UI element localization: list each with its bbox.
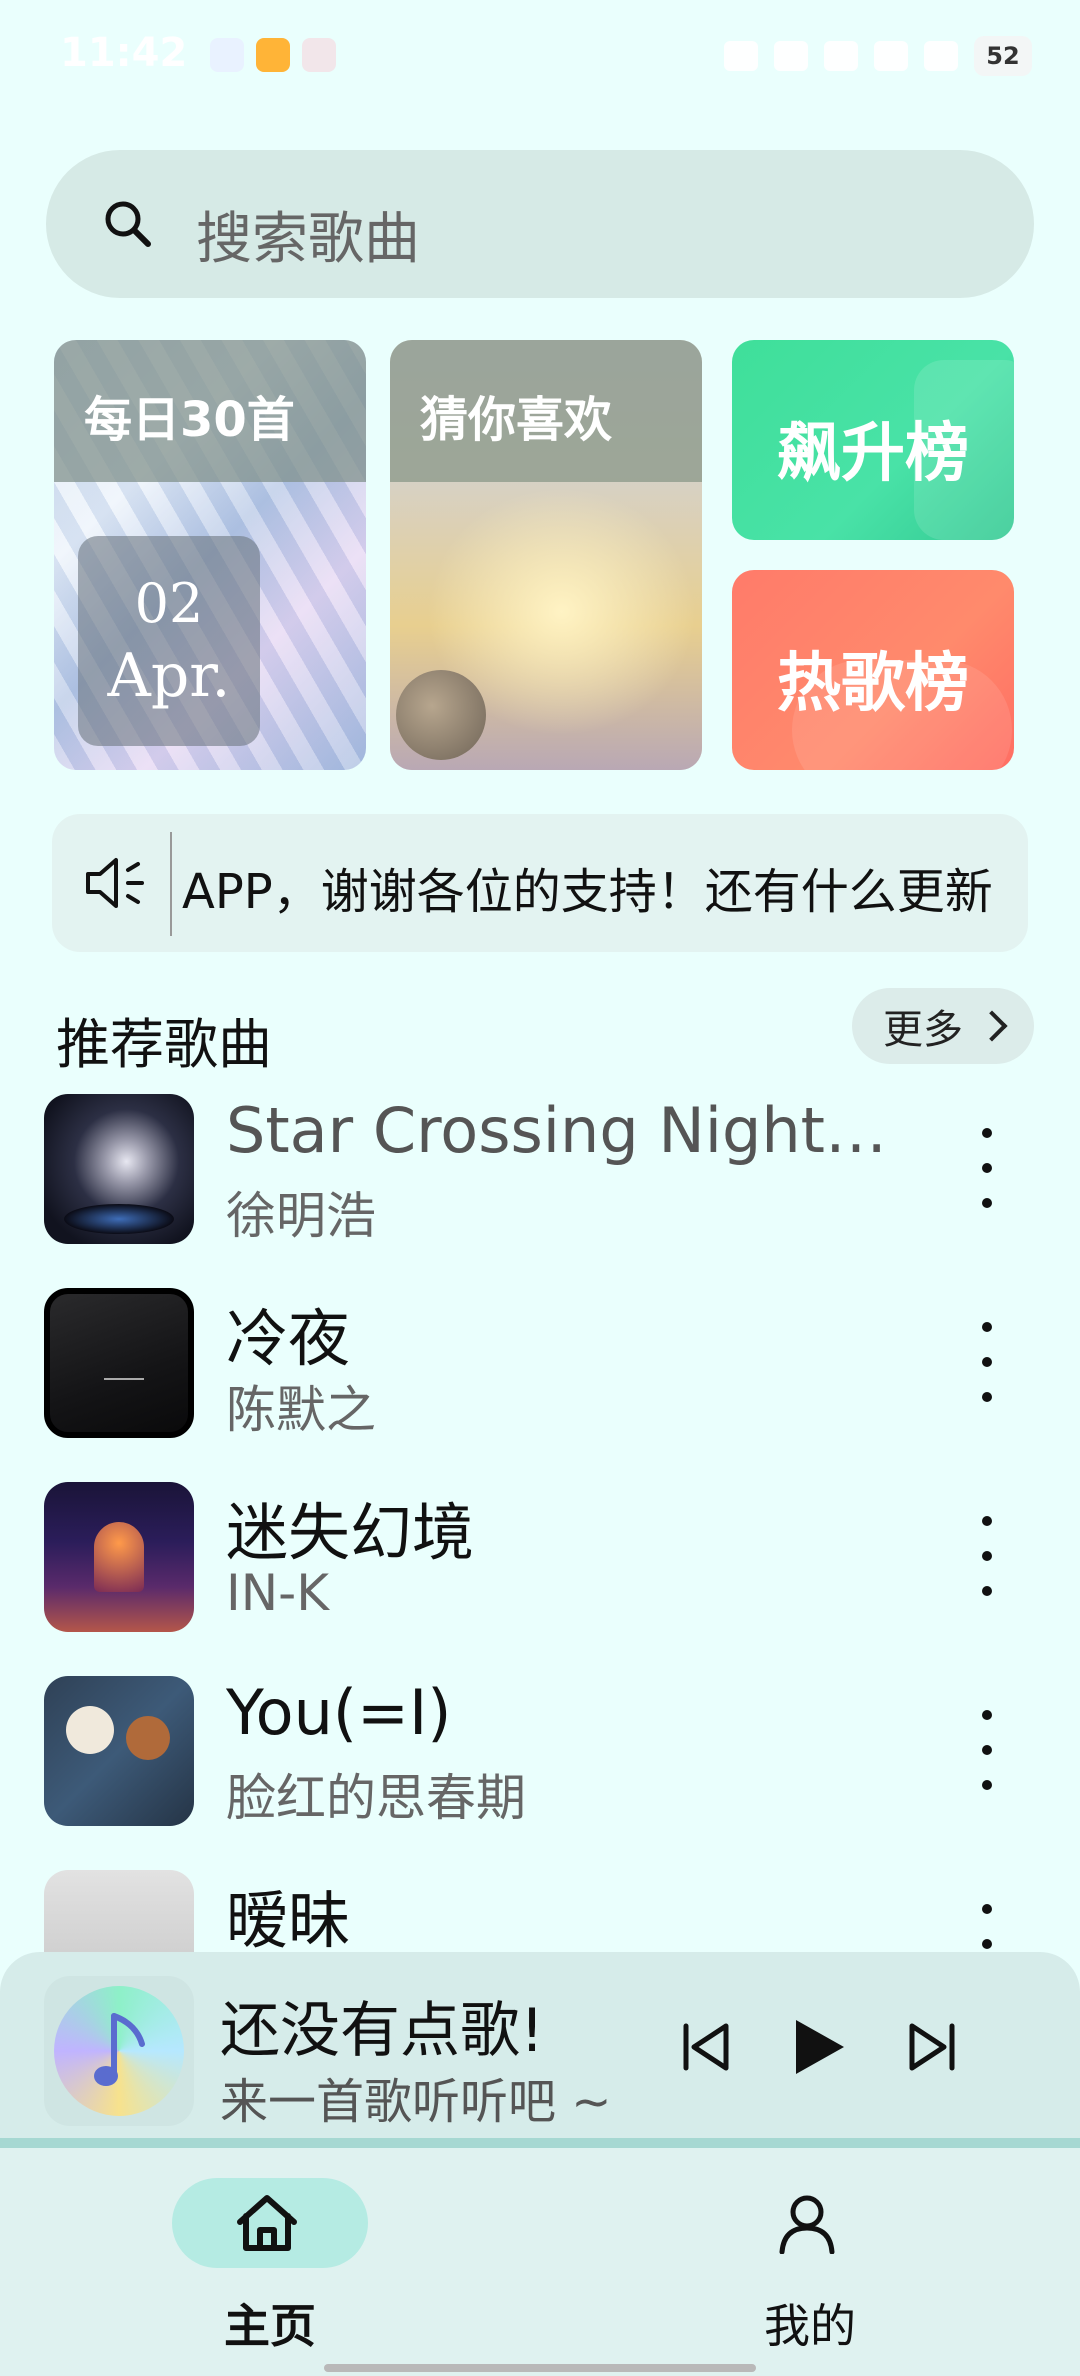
- date-box: 02 Apr.: [78, 536, 260, 746]
- search-icon: [105, 201, 151, 247]
- notice-divider: [170, 832, 172, 936]
- hot-chart-title: 热歌榜: [777, 647, 969, 721]
- guess-card-title: 猜你喜欢: [420, 392, 613, 448]
- song-row[interactable]: 迷失幻境 IN-K: [44, 1476, 1044, 1636]
- search-placeholder: 搜索歌曲: [196, 207, 420, 272]
- vibrate-icon: [774, 41, 808, 71]
- song-title: 冷夜: [226, 1302, 351, 1375]
- home-indicator: [324, 2364, 756, 2372]
- more-button-label: 更多: [883, 1007, 963, 1053]
- recommended-section-title: 推荐歌曲: [56, 1013, 272, 1076]
- more-vertical-icon[interactable]: [972, 1710, 1002, 1790]
- mini-player[interactable]: 还没有点歌! 来一首歌听听吧 ~: [0, 1952, 1080, 2142]
- app-icon: [210, 38, 244, 72]
- song-row[interactable]: You(=I) 脸红的思春期: [44, 1670, 1044, 1830]
- song-title: 迷失幻境: [226, 1496, 475, 1569]
- guess-you-like-card[interactable]: 猜你喜欢: [390, 340, 702, 770]
- previous-track-icon[interactable]: [670, 2012, 740, 2082]
- announcement-text: APP，谢谢各位的支持！还有什么更新: [182, 864, 993, 920]
- announcement-bar[interactable]: APP，谢谢各位的支持！还有什么更新: [52, 814, 1028, 952]
- album-cover: [44, 1094, 194, 1244]
- album-cover: [44, 1482, 194, 1632]
- status-system-icons: 52: [724, 36, 1032, 76]
- song-artist: 脸红的思春期: [226, 1769, 526, 1827]
- player-divider: [0, 2138, 1080, 2148]
- player-title: 还没有点歌!: [220, 1996, 545, 2066]
- music-app-home: 11:42 52 搜索歌曲 每日30首 02 Apr. 猜你喜欢 飙升榜 热歌榜…: [0, 0, 1080, 2376]
- app-icon: [302, 38, 336, 72]
- song-artist: 徐明浩: [226, 1187, 376, 1245]
- tab-home-label: 主页: [224, 2299, 316, 2353]
- more-vertical-icon[interactable]: [972, 1516, 1002, 1596]
- song-title: You(=I): [226, 1676, 452, 1749]
- speaker-icon: [86, 858, 144, 908]
- more-vertical-icon[interactable]: [972, 1128, 1002, 1208]
- bottom-tab-bar: 主页 我的: [0, 2148, 1080, 2376]
- daily-30-card[interactable]: 每日30首 02 Apr.: [54, 340, 366, 770]
- wifi-icon: [924, 41, 958, 71]
- player-cover: [44, 1976, 194, 2126]
- tab-mine[interactable]: 我的: [690, 2178, 930, 2353]
- user-icon: [779, 2195, 835, 2254]
- song-row[interactable]: 冷夜 陈默之: [44, 1282, 1044, 1442]
- date-day: 02: [134, 572, 204, 635]
- bluetooth-icon: [724, 41, 758, 71]
- rising-chart-card[interactable]: 飙升榜: [732, 340, 1014, 540]
- status-bar: 11:42 52: [0, 0, 1080, 110]
- battery-indicator: 52: [974, 36, 1032, 76]
- chevron-right-icon: [976, 1010, 1008, 1042]
- song-title: 暧昧: [226, 1884, 351, 1957]
- date-month: Apr.: [107, 641, 231, 711]
- daily-card-title: 每日30首: [84, 392, 295, 448]
- tab-home[interactable]: 主页: [150, 2178, 390, 2353]
- guess-card-figure: [396, 670, 486, 760]
- status-time: 11:42: [60, 30, 188, 76]
- hot-chart-card[interactable]: 热歌榜: [732, 570, 1014, 770]
- player-subtitle: 来一首歌听听吧 ~: [220, 2074, 612, 2130]
- album-cover: [44, 1676, 194, 1826]
- home-icon: [237, 2195, 297, 2251]
- more-button[interactable]: 更多: [852, 988, 1034, 1064]
- music-note-icon: [94, 2013, 145, 2086]
- song-title: Star Crossing Night…: [226, 1094, 887, 1167]
- song-artist: 陈默之: [226, 1381, 376, 1439]
- more-vertical-icon[interactable]: [972, 1322, 1002, 1402]
- rising-chart-title: 飙升榜: [777, 417, 969, 491]
- app-icon: [256, 38, 290, 72]
- status-app-icons: [210, 38, 336, 72]
- song-artist: IN-K: [226, 1564, 329, 1622]
- hd-icon: [824, 41, 858, 71]
- play-icon[interactable]: [782, 2012, 852, 2082]
- album-cover: [44, 1288, 194, 1438]
- tab-mine-label: 我的: [764, 2299, 856, 2353]
- search-bar[interactable]: 搜索歌曲: [46, 150, 1034, 298]
- signal-icon: [874, 41, 908, 71]
- song-row[interactable]: Star Crossing Night… 徐明浩: [44, 1088, 1044, 1248]
- next-track-icon[interactable]: [898, 2012, 968, 2082]
